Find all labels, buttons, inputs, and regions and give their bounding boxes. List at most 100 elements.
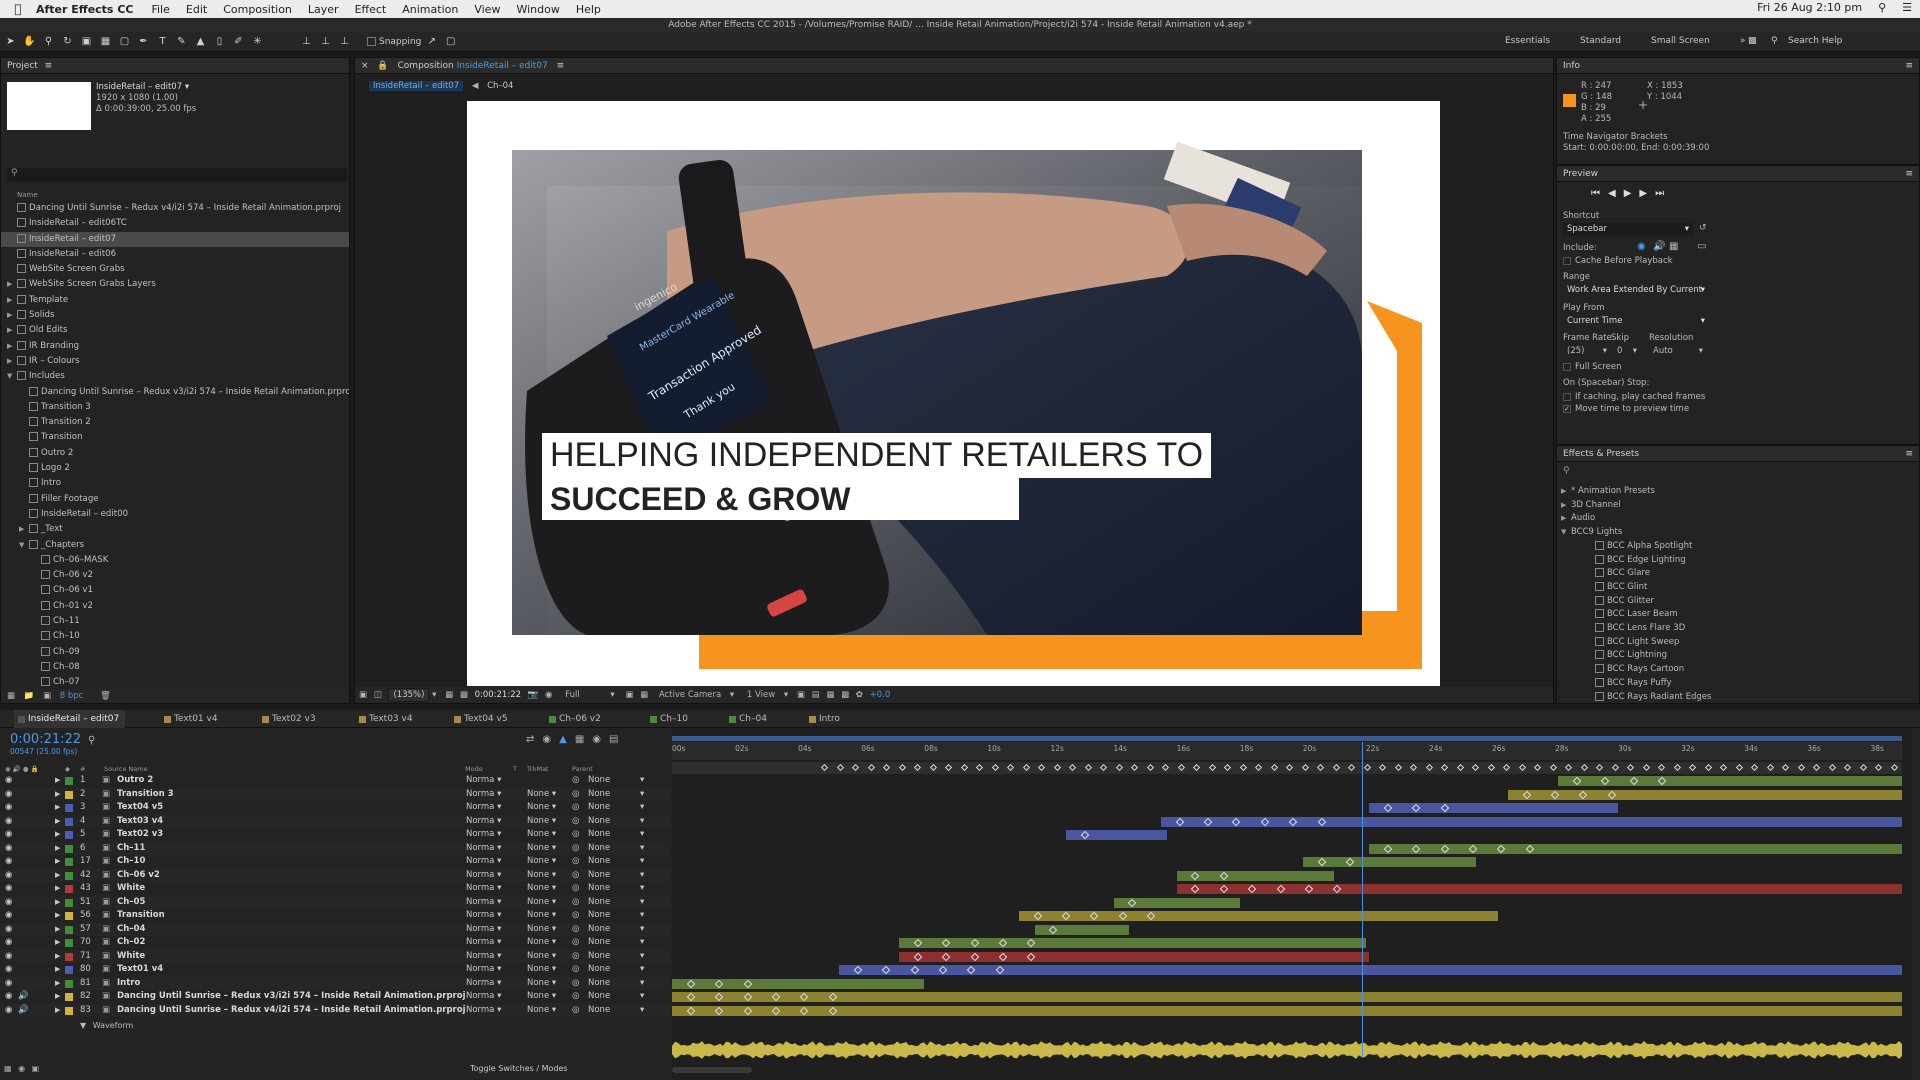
visibility-eye-icon[interactable]: ◉: [5, 815, 12, 829]
keyframe-icon[interactable]: [1487, 763, 1495, 772]
work-area-bar[interactable]: [672, 736, 1902, 741]
keyframe-icon[interactable]: [975, 763, 984, 772]
visibility-eye-icon[interactable]: ◉: [5, 801, 12, 815]
app-name[interactable]: After Effects CC: [36, 3, 133, 16]
shortcut-dropdown[interactable]: Spacebar ▾: [1563, 223, 1693, 236]
parent-arrow-icon[interactable]: ▾: [640, 977, 644, 991]
framerate-dropdown[interactable]: (25) ▾: [1567, 346, 1607, 357]
axis-view-icon[interactable]: ⊥: [336, 35, 353, 49]
mode-dropdown[interactable]: Norma ▾: [466, 774, 501, 788]
parent-arrow-icon[interactable]: ▾: [640, 1004, 644, 1018]
visibility-eye-icon[interactable]: ◉: [5, 950, 12, 964]
layer-name[interactable]: Ch–10: [117, 855, 145, 869]
visibility-eye-icon[interactable]: ◉: [5, 774, 12, 788]
project-col-name[interactable]: Name: [17, 191, 38, 199]
effect-item[interactable]: BCC Glare: [1561, 567, 1917, 581]
info-menu-icon[interactable]: ≡: [1905, 58, 1913, 74]
comp-tab-menu-icon[interactable]: ≡: [557, 61, 565, 71]
parent-dropdown[interactable]: None: [588, 923, 610, 937]
project-item[interactable]: Ch–08: [1, 660, 349, 675]
layer-duration-bar[interactable]: [1176, 884, 1902, 894]
time-ruler[interactable]: 00s 02s 04s 06s 08s 10s 12s 14s 16s 18s 20s 22s 24s 2…: [672, 742, 1902, 760]
close-tab-icon[interactable]: ×: [361, 61, 369, 71]
keyframe-icon[interactable]: [1580, 763, 1588, 772]
effect-item[interactable]: BCC Lens Flare 3D: [1561, 622, 1917, 636]
keyframe-icon[interactable]: [1130, 763, 1139, 772]
first-frame-icon[interactable]: ⏮: [1591, 188, 1608, 199]
parent-dropdown[interactable]: None: [588, 936, 610, 950]
keyframe-icon[interactable]: [1115, 763, 1123, 772]
layer-row[interactable]: ◉ ▶ 81 ▣ Intro Norma ▾ None ▾ ◎ None ▾: [0, 976, 670, 991]
effect-item[interactable]: BCC Rays Radiant Edges: [1561, 691, 1917, 705]
project-item[interactable]: Ch–11: [1, 614, 349, 629]
layer-row[interactable]: ◉ ▶ 3 ▣ Text04 v5 Norma ▾ None ▾ ◎ None ▾: [0, 801, 670, 815]
disclosure-triangle-icon[interactable]: ▼: [1561, 526, 1571, 540]
visibility-eye-icon[interactable]: ◉: [5, 882, 12, 896]
preview-header[interactable]: Preview ≡: [1557, 166, 1919, 182]
effect-item[interactable]: BCC Glitter: [1561, 595, 1917, 609]
timeline-tab[interactable]: Ch–10: [646, 710, 688, 728]
pickwhip-icon[interactable]: ◎: [572, 950, 579, 964]
keyframe-icon[interactable]: [1797, 763, 1805, 772]
trkmat-dropdown[interactable]: None ▾: [527, 801, 556, 815]
timeline-search-icon[interactable]: ⚲: [88, 735, 95, 746]
keyframe-icon[interactable]: [960, 763, 968, 772]
layer-row[interactable]: ◉ ▶ 5 ▣ Text02 v3 Norma ▾ None ▾ ◎ None ▾: [0, 828, 670, 842]
layer-expand-icon[interactable]: ▶: [55, 896, 60, 910]
pickwhip-icon[interactable]: ◎: [572, 963, 579, 977]
interpret-footage-icon[interactable]: ▦: [7, 691, 15, 701]
layer-duration-bar[interactable]: [672, 992, 1902, 1002]
timeline-graph[interactable]: 00s 02s 04s 06s 08s 10s 12s 14s 16s 18s 20s 22s 24s 2…: [672, 728, 1912, 1080]
menu-composition[interactable]: Composition: [223, 3, 292, 16]
project-item[interactable]: Filler Footage: [1, 492, 349, 507]
layer-name[interactable]: Intro: [117, 977, 140, 991]
label-color-swatch[interactable]: [65, 939, 73, 947]
project-item[interactable]: ▶ Old Edits: [1, 323, 349, 338]
resolution-dropdown[interactable]: Full: [565, 690, 580, 700]
keyframe-icon[interactable]: [1626, 763, 1635, 772]
trkmat-dropdown[interactable]: None ▾: [527, 990, 556, 1004]
project-item[interactable]: Dancing Until Sunrise – Redux v4/i2i 574…: [1, 201, 349, 216]
include-audio-icon[interactable]: 🔊: [1653, 241, 1665, 252]
visibility-eye-icon[interactable]: ◉: [5, 909, 12, 923]
mode-dropdown[interactable]: Norma ▾: [466, 882, 501, 896]
composition-tab[interactable]: × 🔒 Composition InsideRetail – edit07 ≡: [355, 58, 1553, 74]
visibility-eye-icon[interactable]: ◉: [5, 896, 12, 910]
apple-icon[interactable]: : [0, 2, 36, 16]
disclosure-triangle-icon[interactable]: ▶: [7, 277, 17, 292]
header-mode[interactable]: Mode: [465, 764, 483, 774]
region-icon[interactable]: ▣: [625, 690, 633, 700]
parent-dropdown[interactable]: None: [588, 869, 610, 883]
keyframe-icon[interactable]: [1192, 763, 1201, 772]
project-item[interactable]: Dancing Until Sunrise – Redux v3/i2i 574…: [1, 385, 349, 400]
lock-icon[interactable]: 🔒: [377, 61, 388, 71]
disclosure-triangle-icon[interactable]: ▼: [7, 369, 17, 384]
parent-arrow-icon[interactable]: ▾: [640, 909, 644, 923]
layer-duration-bar[interactable]: [672, 978, 925, 989]
disclosure-triangle-icon[interactable]: ▶: [1561, 485, 1571, 499]
project-item[interactable]: WebSite Screen Grabs: [1, 262, 349, 277]
parent-dropdown[interactable]: None: [588, 1004, 610, 1018]
visibility-eye-icon[interactable]: ◉: [5, 788, 12, 802]
fast-previews-icon[interactable]: ▤: [812, 690, 820, 700]
project-item[interactable]: ▼ _Chapters: [1, 538, 349, 553]
disclosure-triangle-icon[interactable]: ▼: [19, 538, 29, 553]
keyframe-icon[interactable]: [1053, 763, 1061, 772]
draft-3d-icon[interactable]: ◉: [542, 734, 559, 745]
panel-menu-icon[interactable]: ≡: [45, 61, 53, 71]
keyframe-icon[interactable]: [1022, 763, 1030, 772]
comp-time[interactable]: 0:00:21:22: [475, 690, 521, 700]
disclosure-triangle-icon[interactable]: ▶: [1561, 499, 1571, 513]
view-layout-dropdown[interactable]: 1 View: [747, 690, 775, 700]
exposure-icon[interactable]: ✿: [856, 690, 863, 700]
skip-dropdown[interactable]: 0 ▾: [1617, 346, 1637, 357]
menu-help[interactable]: Help: [576, 3, 601, 16]
keyframe-icon[interactable]: [1084, 763, 1092, 772]
layer-name[interactable]: Transition: [117, 909, 165, 923]
label-color-swatch[interactable]: [65, 966, 73, 974]
keyframe-icon[interactable]: [1859, 763, 1867, 772]
keyframe-icon[interactable]: [1518, 763, 1526, 772]
keyframe-icon[interactable]: [1394, 763, 1402, 772]
keyframe-icon[interactable]: [913, 763, 922, 772]
workspace-essentials[interactable]: Essentials: [1505, 36, 1550, 46]
